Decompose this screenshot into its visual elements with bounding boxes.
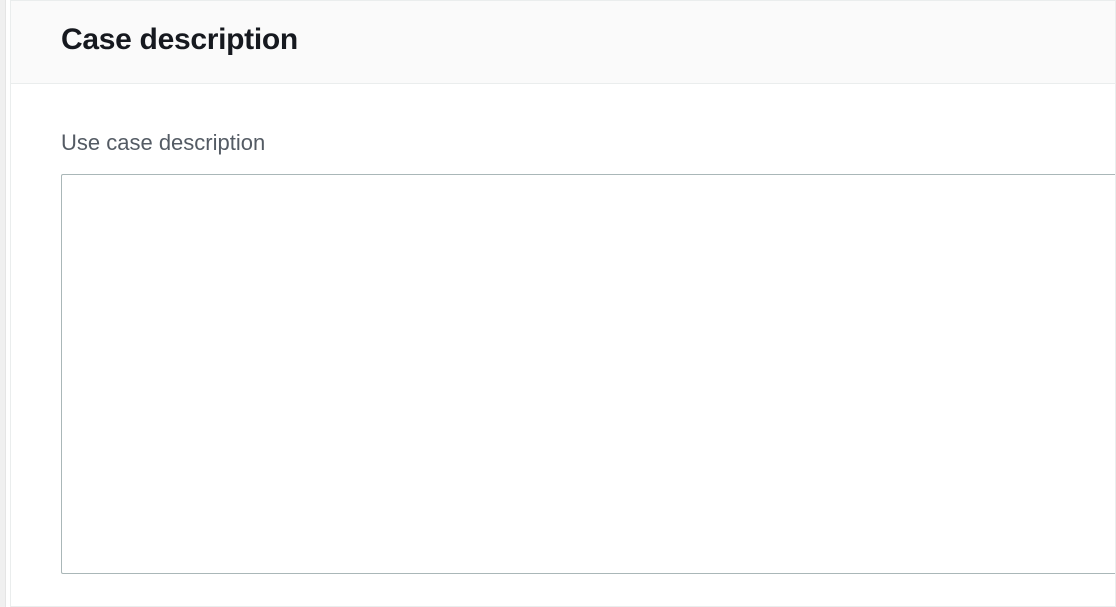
case-description-panel: Case description Use case description <box>10 0 1116 607</box>
use-case-description-input[interactable] <box>61 174 1115 574</box>
left-rail-divider <box>0 0 6 607</box>
panel-wrapper: Case description Use case description <box>0 0 1116 607</box>
panel-body: Use case description <box>11 84 1115 579</box>
panel-title: Case description <box>61 23 1065 57</box>
use-case-label: Use case description <box>61 130 1115 156</box>
panel-header: Case description <box>11 1 1115 84</box>
